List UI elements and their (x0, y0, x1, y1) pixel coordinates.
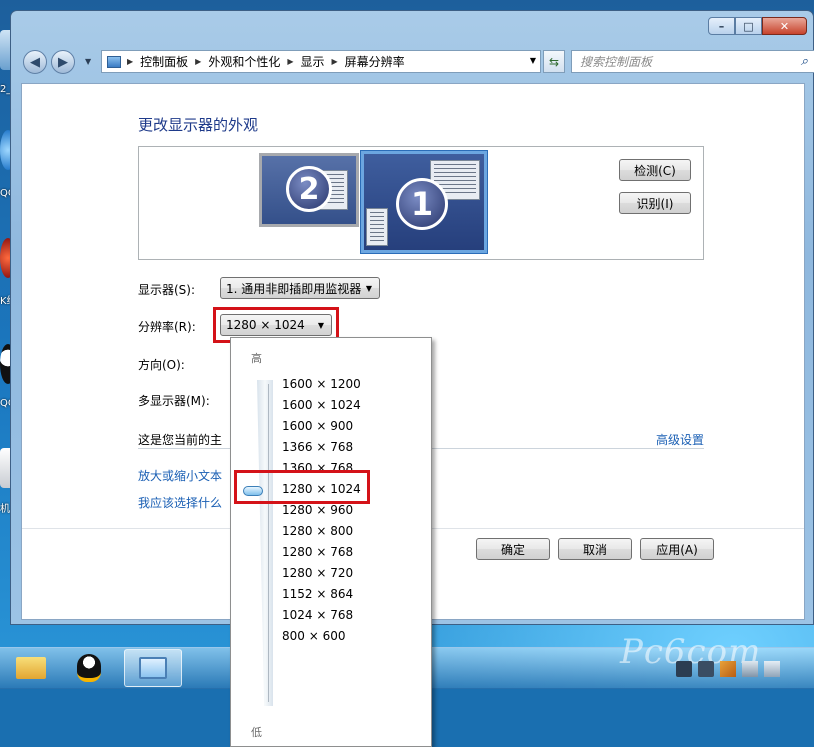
refresh-button[interactable]: ⇆ (543, 50, 565, 73)
maximize-button[interactable]: □ (735, 17, 762, 35)
forward-button[interactable]: ▶ (51, 50, 75, 74)
monitor-arrangement-box: 2 1 检测(C) 识别(I) (138, 146, 704, 260)
resolution-option[interactable]: 1366 × 768 (282, 437, 422, 458)
detect-button[interactable]: 检测(C) (619, 159, 691, 181)
breadcrumb-control-panel[interactable]: 控制面板 (140, 53, 188, 70)
address-bar[interactable]: ▶ 控制面板 ▶ 外观和个性化 ▶ 显示 ▶ 屏幕分辨率 ▼ (101, 50, 541, 73)
breadcrumb-screen-resolution[interactable]: 屏幕分辨率 (345, 53, 405, 70)
tray-flag-icon[interactable] (720, 661, 736, 677)
search-icon[interactable]: ⌕ (801, 54, 808, 69)
resolution-label: 分辨率(R): (138, 320, 196, 334)
recent-pages-dropdown-icon[interactable]: ▼ (85, 57, 91, 66)
resolution-option[interactable]: 1280 × 768 (282, 542, 422, 563)
minimize-button[interactable]: – (708, 17, 735, 35)
which-settings-link[interactable]: 我应该选择什么 (138, 494, 222, 511)
text-size-link[interactable]: 放大或缩小文本 (138, 467, 222, 484)
desktop-icon-label: 机 (0, 504, 10, 515)
caption-buttons: – □ ✕ (708, 17, 807, 35)
resolution-slider-track[interactable] (257, 380, 273, 706)
display-select-value: 1. 通用非即插即用监视器 (226, 281, 362, 296)
resolution-option[interactable]: 1600 × 900 (282, 416, 422, 437)
monitor-2-number: 2 (286, 166, 332, 212)
breadcrumb-display[interactable]: 显示 (301, 53, 325, 70)
low-label: 低 (251, 726, 262, 739)
folder-icon (16, 657, 46, 679)
control-panel-icon (107, 55, 121, 68)
refresh-icon: ⇆ (548, 54, 560, 69)
taskbar-qq-button[interactable] (66, 649, 112, 687)
resolution-option[interactable]: 1152 × 864 (282, 584, 422, 605)
high-label: 高 (251, 352, 262, 365)
current-display-text: 这是您当前的主 (138, 433, 223, 447)
back-button[interactable]: ◀ (23, 50, 47, 74)
qq-penguin-icon (77, 654, 101, 682)
address-dropdown-icon[interactable]: ▼ (530, 56, 536, 65)
tray-app-icon[interactable] (676, 661, 692, 677)
resolution-option[interactable]: 1600 × 1200 (282, 374, 422, 395)
resolution-option[interactable]: 1280 × 800 (282, 521, 422, 542)
search-placeholder: 搜索控制面板 (580, 55, 653, 69)
chevron-right-icon[interactable]: ▶ (287, 57, 293, 66)
resolution-option[interactable]: 1024 × 768 (282, 605, 422, 626)
chevron-right-icon[interactable]: ▶ (332, 57, 338, 66)
monitor-1[interactable]: 1 (360, 150, 488, 254)
search-input[interactable]: 搜索控制面板 ⌕ (571, 50, 814, 73)
chevron-right-icon[interactable]: ▶ (127, 57, 133, 66)
chevron-down-icon: ▼ (365, 284, 372, 293)
identify-button[interactable]: 识别(I) (619, 192, 691, 214)
mini-window-icon (366, 208, 388, 246)
screen-resolution-window: – □ ✕ ◀ ▶ ▼ ▶ 控制面板 ▶ 外观和个性化 ▶ 显示 ▶ 屏幕分辨率… (10, 10, 814, 747)
slider-line (268, 384, 269, 702)
tray-network-icon[interactable] (742, 661, 758, 677)
display-label: 显示器(S): (138, 283, 196, 297)
page-title: 更改显示器的外观 (138, 116, 259, 134)
display-settings-icon (139, 657, 167, 679)
chevron-right-icon[interactable]: ▶ (195, 57, 201, 66)
highlight-box-selected-option (234, 470, 370, 504)
resolution-option[interactable]: 1600 × 1024 (282, 395, 422, 416)
cancel-button[interactable]: 取消 (558, 538, 632, 560)
tray-app-icon[interactable] (698, 661, 714, 677)
system-tray (676, 661, 780, 677)
apply-button[interactable]: 应用(A) (640, 538, 714, 560)
orientation-label: 方向(O): (138, 358, 185, 372)
monitor-1-number: 1 (396, 178, 448, 230)
tray-volume-icon[interactable] (764, 661, 780, 677)
display-select[interactable]: 1. 通用非即插即用监视器 ▼ (220, 277, 380, 299)
breadcrumb-appearance[interactable]: 外观和个性化 (208, 53, 280, 70)
advanced-settings-link[interactable]: 高级设置 (656, 431, 704, 448)
taskbar-display-button[interactable] (124, 649, 182, 687)
navigation-bar: ◀ ▶ ▼ ▶ 控制面板 ▶ 外观和个性化 ▶ 显示 ▶ 屏幕分辨率 ▼ ⇆ 搜… (21, 49, 814, 75)
monitor-2[interactable]: 2 (259, 153, 359, 227)
resolution-options: 1600 × 1200 1600 × 1024 1600 × 900 1366 … (282, 374, 422, 647)
resolution-option[interactable]: 800 × 600 (282, 626, 422, 647)
multiple-displays-label: 多显示器(M): (138, 394, 210, 408)
taskbar-explorer-button[interactable] (8, 649, 54, 687)
resolution-option[interactable]: 1280 × 720 (282, 563, 422, 584)
ok-button[interactable]: 确定 (476, 538, 550, 560)
content-pane: 更改显示器的外观 2 1 检测(C) 识别(I) 显示器(S): 1. 通用非即… (21, 83, 805, 747)
close-button[interactable]: ✕ (762, 17, 807, 35)
resolution-dropdown: 高 低 1600 × 1200 1600 × 1024 1600 × 900 1… (230, 337, 432, 747)
